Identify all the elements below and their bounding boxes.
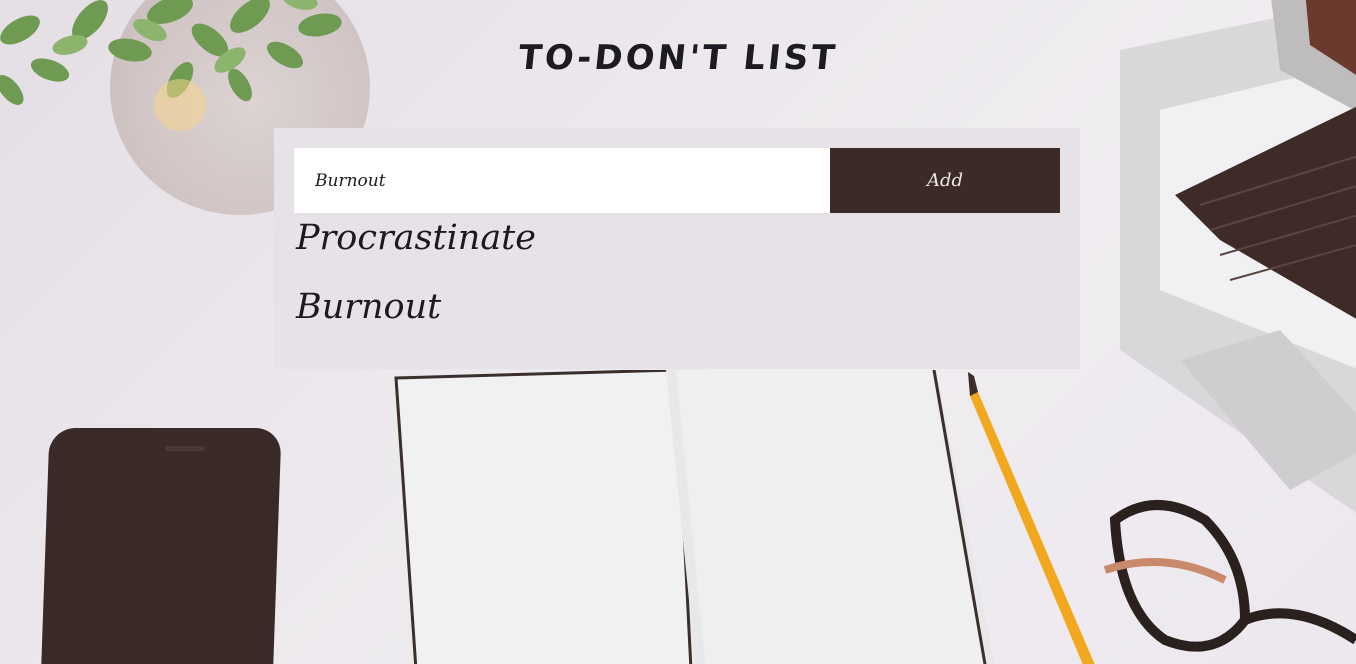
phone-icon — [40, 428, 282, 664]
add-button[interactable]: Add — [830, 148, 1060, 213]
list-item[interactable]: Procrastinate — [296, 216, 536, 260]
list-item[interactable]: Burnout — [296, 285, 536, 329]
notebook-icon — [386, 370, 995, 664]
item-input[interactable] — [294, 148, 830, 213]
glasses-icon — [1103, 500, 1356, 652]
todo-panel: Add Procrastinate Burnout — [274, 128, 1080, 369]
todo-list: Procrastinate Burnout — [296, 216, 536, 354]
laptop-icon — [1120, 0, 1356, 513]
pencil-icon — [968, 372, 1095, 664]
phone-speaker — [165, 446, 205, 451]
add-item-form: Add — [294, 148, 1060, 213]
page-title: TO-DON'T LIST — [516, 38, 840, 78]
